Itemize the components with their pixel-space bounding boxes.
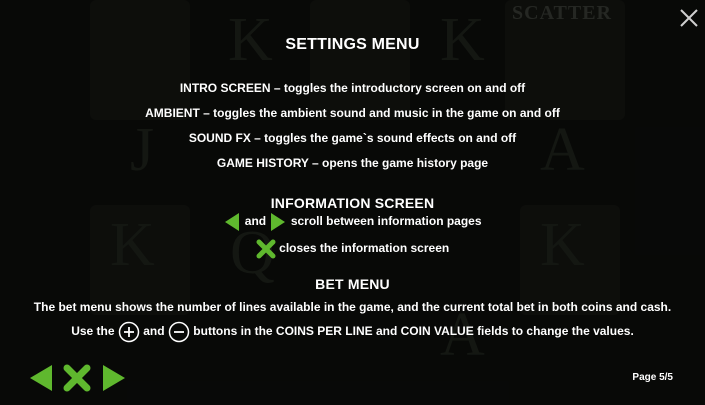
close-button[interactable] (679, 8, 699, 28)
settings-line-history: GAME HISTORY – opens the game history pa… (216, 156, 489, 170)
close-text: closes the information screen (279, 241, 450, 256)
information-close-line: closes the information screen (0, 239, 705, 259)
bet-description: The bet menu shows the number of lines a… (33, 300, 672, 314)
right-arrow-icon (271, 213, 286, 231)
bet-buttons-line: Use the and buttons in the COINS PER LIN… (0, 321, 705, 343)
settings-menu-title: SETTINGS MENU (285, 36, 420, 53)
bet-menu-title: BET MENU (315, 276, 390, 292)
next-page-button[interactable] (101, 364, 127, 397)
and-word: and (143, 324, 165, 339)
settings-line-intro: INTRO SCREEN – toggles the introductory … (179, 81, 526, 95)
close-info-button[interactable] (62, 364, 92, 397)
information-scroll-line: and scroll between information pages (0, 212, 705, 232)
minus-icon (168, 321, 190, 343)
information-screen-title: INFORMATION SCREEN (270, 195, 435, 211)
settings-line-ambient: AMBIENT – toggles the ambient sound and … (145, 106, 560, 120)
settings-line-soundfx: SOUND FX – toggles the game`s sound effe… (188, 131, 517, 145)
plus-icon (118, 321, 140, 343)
scroll-text: scroll between information pages (290, 214, 482, 229)
use-the-text: Use the (71, 324, 115, 339)
close-icon (680, 9, 698, 27)
x-icon (256, 239, 276, 259)
left-arrow-icon (225, 213, 240, 231)
and-word: and (244, 214, 267, 229)
right-arrow-icon (103, 365, 125, 391)
buttons-text: buttons in the COINS PER LINE and COIN V… (193, 324, 634, 339)
x-icon (63, 364, 91, 392)
page-indicator: Page 5/5 (632, 372, 673, 383)
previous-page-button[interactable] (28, 364, 54, 397)
left-arrow-icon (30, 365, 52, 391)
